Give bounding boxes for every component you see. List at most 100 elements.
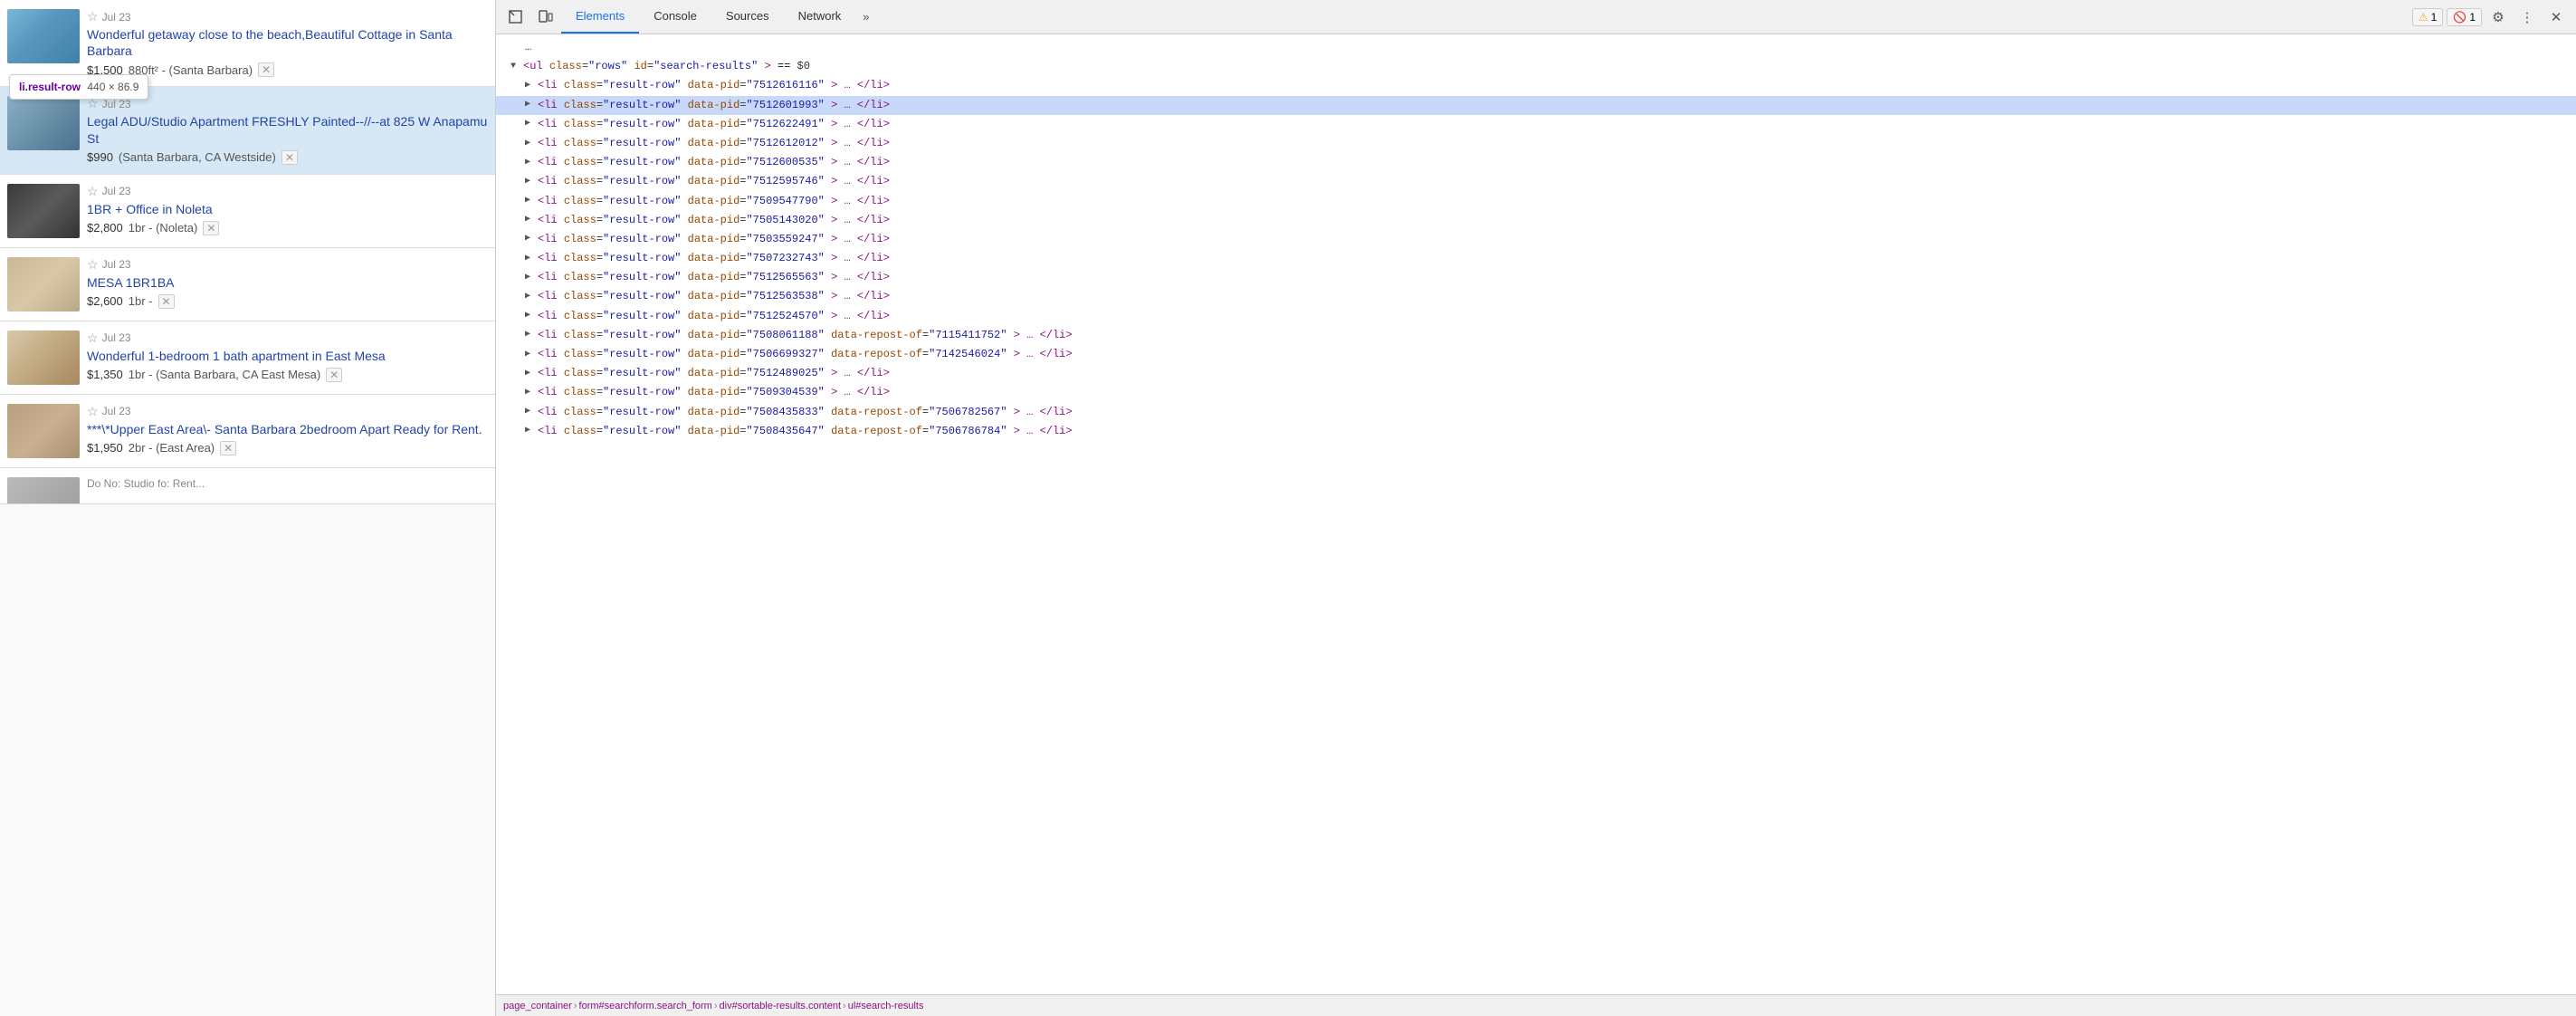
tree-item-line[interactable]: ▶ <li class="result-row" data-pid="75095… bbox=[496, 192, 2576, 211]
device-toolbar-button[interactable] bbox=[532, 5, 558, 30]
tree-triangle[interactable]: ▼ bbox=[510, 60, 523, 74]
star-icon[interactable]: ☆ bbox=[87, 9, 99, 24]
tab-more-button[interactable]: » bbox=[855, 0, 876, 34]
star-icon[interactable]: ☆ bbox=[87, 257, 99, 273]
tree-triangle[interactable]: ▶ bbox=[525, 137, 538, 151]
html-attr-name: class bbox=[564, 271, 596, 283]
listing-price: $2,600 bbox=[87, 294, 123, 308]
tree-triangle[interactable]: ▶ bbox=[525, 328, 538, 342]
listing-title[interactable]: Legal ADU/Studio Apartment FRESHLY Paint… bbox=[87, 114, 487, 145]
tree-triangle[interactable]: ▶ bbox=[525, 213, 538, 227]
tree-triangle[interactable]: ▶ bbox=[525, 348, 538, 362]
tab-console[interactable]: Console bbox=[639, 0, 711, 34]
tree-item-line[interactable]: ▶ <li class="result-row" data-pid="75072… bbox=[496, 249, 2576, 268]
close-icon: ✕ bbox=[2551, 9, 2562, 25]
tree-triangle[interactable]: ▶ bbox=[525, 386, 538, 400]
star-icon[interactable]: ☆ bbox=[87, 331, 99, 346]
tree-item-line[interactable]: ▶ <li class="result-row" data-pid="75124… bbox=[496, 364, 2576, 383]
tab-network[interactable]: Network bbox=[784, 0, 856, 34]
listing-date: Do No: Studio fo: Rent... bbox=[87, 477, 205, 490]
close-devtools-button[interactable]: ✕ bbox=[2543, 5, 2569, 30]
tree-triangle[interactable]: ▶ bbox=[525, 271, 538, 285]
html-collapsed: … bbox=[844, 214, 851, 226]
html-tag: </li> bbox=[857, 156, 890, 168]
html-collapsed: … bbox=[1026, 329, 1033, 341]
inspect-cursor-button[interactable] bbox=[503, 5, 529, 30]
breadcrumb-element[interactable]: page_container bbox=[503, 1001, 572, 1011]
more-options-button[interactable]: ⋮ bbox=[2514, 5, 2540, 30]
tree-item-line[interactable]: ▶ <li class="result-row" data-pid="75066… bbox=[496, 345, 2576, 364]
html-tag: </li> bbox=[857, 214, 890, 226]
html-attr-value: "result-row" bbox=[603, 348, 681, 360]
tree-item-line[interactable]: ▶ <li class="result-row" data-pid="75080… bbox=[496, 326, 2576, 345]
tree-triangle[interactable]: ▶ bbox=[525, 252, 538, 266]
html-collapsed: … bbox=[844, 310, 851, 322]
html-attr-value: "result-row" bbox=[603, 195, 681, 207]
star-icon[interactable]: ☆ bbox=[87, 404, 99, 419]
tree-item-line[interactable]: ▶ <li class="result-row" data-pid="75051… bbox=[496, 211, 2576, 230]
tree-item-line[interactable]: ▶ <li class="result-row" data-pid="75125… bbox=[496, 287, 2576, 306]
listing-title[interactable]: Wonderful getaway close to the beach,Bea… bbox=[87, 27, 453, 58]
tree-item-line[interactable]: ▶ <li class="result-row" data-pid="75126… bbox=[496, 153, 2576, 172]
listing-title[interactable]: 1BR + Office in Noleta bbox=[87, 202, 213, 216]
tree-triangle[interactable]: ▶ bbox=[525, 309, 538, 323]
listing-info: ☆ Jul 23 1BR + Office in Noleta $2,800 1… bbox=[87, 184, 488, 235]
tree-item-line[interactable]: ▶ <li class="result-row" data-pid="75126… bbox=[496, 96, 2576, 115]
tree-item-line[interactable]: ▶ <li class="result-row" data-pid="75125… bbox=[496, 307, 2576, 326]
listing-title[interactable]: Wonderful 1-bedroom 1 bath apartment in … bbox=[87, 349, 386, 363]
remove-button[interactable]: ✕ bbox=[281, 150, 298, 165]
remove-button[interactable]: ✕ bbox=[220, 441, 236, 455]
listing-title[interactable]: MESA 1BR1BA bbox=[87, 275, 175, 290]
tree-triangle[interactable]: ▶ bbox=[525, 290, 538, 304]
tree-item-line[interactable]: ▶ <li class="result-row" data-pid="75125… bbox=[496, 172, 2576, 191]
breadcrumb-element[interactable]: form#searchform.search_form bbox=[579, 1001, 712, 1011]
tree-triangle[interactable]: ▶ bbox=[525, 194, 538, 208]
remove-button[interactable]: ✕ bbox=[258, 62, 274, 77]
tree-triangle[interactable]: ▶ bbox=[525, 79, 538, 93]
element-tooltip: li.result-row 440 × 86.9 bbox=[9, 74, 148, 100]
tree-item-line[interactable]: ▶ <li class="result-row" data-pid="75035… bbox=[496, 230, 2576, 249]
tree-triangle[interactable]: ▶ bbox=[525, 424, 538, 438]
tree-triangle[interactable]: ▶ bbox=[525, 405, 538, 419]
remove-button[interactable]: ✕ bbox=[158, 294, 175, 309]
star-icon[interactable]: ☆ bbox=[87, 184, 99, 199]
settings-button[interactable]: ⚙ bbox=[2485, 5, 2511, 30]
tree-triangle[interactable]: ▶ bbox=[525, 156, 538, 170]
tree-item-line[interactable]: ▶ <li class="result-row" data-pid="75084… bbox=[496, 403, 2576, 422]
breadcrumb-element[interactable]: ul#search-results bbox=[848, 1001, 924, 1011]
html-attr-value: "7506699327" bbox=[746, 348, 824, 360]
tree-triangle[interactable]: ▶ bbox=[525, 98, 538, 112]
html-collapsed: … bbox=[844, 137, 851, 149]
breadcrumb-element[interactable]: div#sortable-results.content bbox=[720, 1001, 842, 1011]
tree-triangle[interactable]: ▶ bbox=[525, 232, 538, 246]
warning-badge-button[interactable]: ⚠ 1 bbox=[2412, 8, 2443, 26]
listing-thumbnail bbox=[7, 96, 80, 150]
tab-elements[interactable]: Elements bbox=[561, 0, 639, 34]
tree-item-line[interactable]: ▶ <li class="result-row" data-pid="75126… bbox=[496, 134, 2576, 153]
html-attr-value: "result-row" bbox=[603, 99, 681, 111]
tree-line[interactable]: … bbox=[496, 38, 2576, 57]
tree-root-line[interactable]: ▼ <ul class="rows" id="search-results" >… bbox=[496, 57, 2576, 76]
html-attr-name: class bbox=[564, 386, 596, 398]
html-collapsed: … bbox=[844, 118, 851, 130]
error-icon: 🚫 bbox=[2453, 11, 2466, 24]
html-attr-value: "result-row" bbox=[603, 271, 681, 283]
tree-triangle[interactable]: ▶ bbox=[525, 175, 538, 189]
tree-item-line[interactable]: ▶ <li class="result-row" data-pid="75126… bbox=[496, 76, 2576, 95]
listing-title[interactable]: ***\*Upper East Area\- Santa Barbara 2be… bbox=[87, 422, 482, 436]
html-attr-name: data-pid bbox=[688, 175, 740, 187]
tree-item-line[interactable]: ▶ <li class="result-row" data-pid="75084… bbox=[496, 422, 2576, 441]
tree-item-line[interactable]: ▶ <li class="result-row" data-pid="75126… bbox=[496, 115, 2576, 134]
html-tree[interactable]: … ▼ <ul class="rows" id="search-results"… bbox=[496, 34, 2576, 994]
error-badge-button[interactable]: 🚫 1 bbox=[2447, 8, 2482, 26]
tree-item-line[interactable]: ▶ <li class="result-row" data-pid="75125… bbox=[496, 268, 2576, 287]
tree-triangle[interactable]: ▶ bbox=[525, 117, 538, 131]
html-attr-name: class bbox=[564, 118, 596, 130]
html-attr-value: "7512601993" bbox=[746, 99, 824, 111]
listing-thumbnail bbox=[7, 9, 80, 63]
tree-item-line[interactable]: ▶ <li class="result-row" data-pid="75093… bbox=[496, 383, 2576, 402]
remove-button[interactable]: ✕ bbox=[326, 368, 342, 382]
remove-button[interactable]: ✕ bbox=[203, 221, 219, 235]
tree-triangle[interactable]: ▶ bbox=[525, 367, 538, 381]
tab-sources[interactable]: Sources bbox=[711, 0, 784, 34]
